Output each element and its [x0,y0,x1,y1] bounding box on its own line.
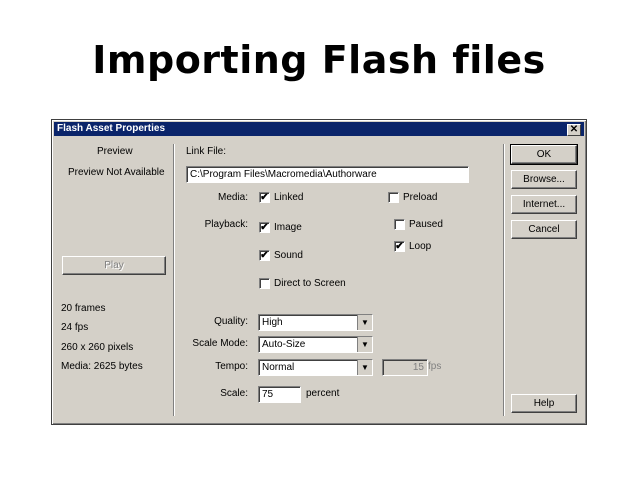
sound-checkbox[interactable]: ✔ [259,250,270,261]
ok-button[interactable]: OK [510,144,578,165]
help-button[interactable]: Help [511,394,577,413]
fps-unit-label: fps [428,361,442,372]
chevron-down-icon[interactable]: ▼ [357,360,372,375]
info-frames: 20 frames [61,303,106,314]
close-button[interactable]: ✕ [567,124,581,136]
paused-checkbox[interactable] [394,219,405,230]
image-label: Image [274,222,302,233]
scale-label: Scale: [220,388,248,399]
linked-checkbox[interactable]: ✔ [259,192,270,203]
chevron-down-icon[interactable]: ▼ [357,337,372,352]
link-file-field[interactable]: C:\Program Files\Macromedia\Authorware 6… [186,166,469,183]
direct-to-screen-checkbox[interactable] [259,278,270,289]
quality-value: High [262,317,283,328]
scale-mode-select[interactable]: Auto-Size ▼ [258,336,373,353]
preload-checkbox[interactable] [388,192,399,203]
preview-message: Preview Not Available [68,167,165,178]
tempo-select[interactable]: Normal ▼ [258,359,373,376]
chevron-down-icon[interactable]: ▼ [357,315,372,330]
tempo-label: Tempo: [215,361,248,372]
flash-asset-properties-dialog: Flash Asset Properties ✕ Preview Preview… [51,119,587,425]
dialog-titlebar: Flash Asset Properties ✕ [54,122,584,136]
fps-field[interactable]: 15 [382,359,428,376]
tempo-value: Normal [262,362,295,373]
paused-label: Paused [409,219,443,230]
sound-label: Sound [274,250,303,261]
info-media-bytes: Media: 2625 bytes [61,361,143,372]
direct-to-screen-label: Direct to Screen [274,278,346,289]
image-checkbox[interactable]: ✔ [259,222,270,233]
preview-header: Preview [97,146,133,157]
preview-separator [173,144,175,416]
loop-label: Loop [409,241,432,252]
internet-button[interactable]: Internet... [511,195,577,214]
info-fps: 24 fps [61,322,89,333]
loop-checkbox[interactable]: ✔ [394,241,405,252]
browse-button[interactable]: Browse... [511,170,577,189]
scale-mode-label: Scale Mode: [192,338,248,349]
media-label: Media: [217,192,248,203]
dialog-title: Flash Asset Properties [57,123,166,134]
quality-select[interactable]: High ▼ [258,314,373,331]
play-button[interactable]: Play [62,256,166,275]
quality-label: Quality: [214,316,248,327]
buttons-separator [503,144,505,416]
info-size: 260 x 260 pixels [61,342,134,353]
cancel-button[interactable]: Cancel [511,220,577,239]
slide-title: Importing Flash files [92,38,546,82]
preload-label: Preload [403,192,438,203]
scale-field[interactable]: 75 [258,386,301,403]
scale-unit-label: percent [306,388,340,399]
linked-label: Linked [274,192,304,203]
playback-label: Playback: [204,219,248,230]
link-file-label: Link File: [186,146,227,157]
scale-mode-value: Auto-Size [262,339,306,350]
